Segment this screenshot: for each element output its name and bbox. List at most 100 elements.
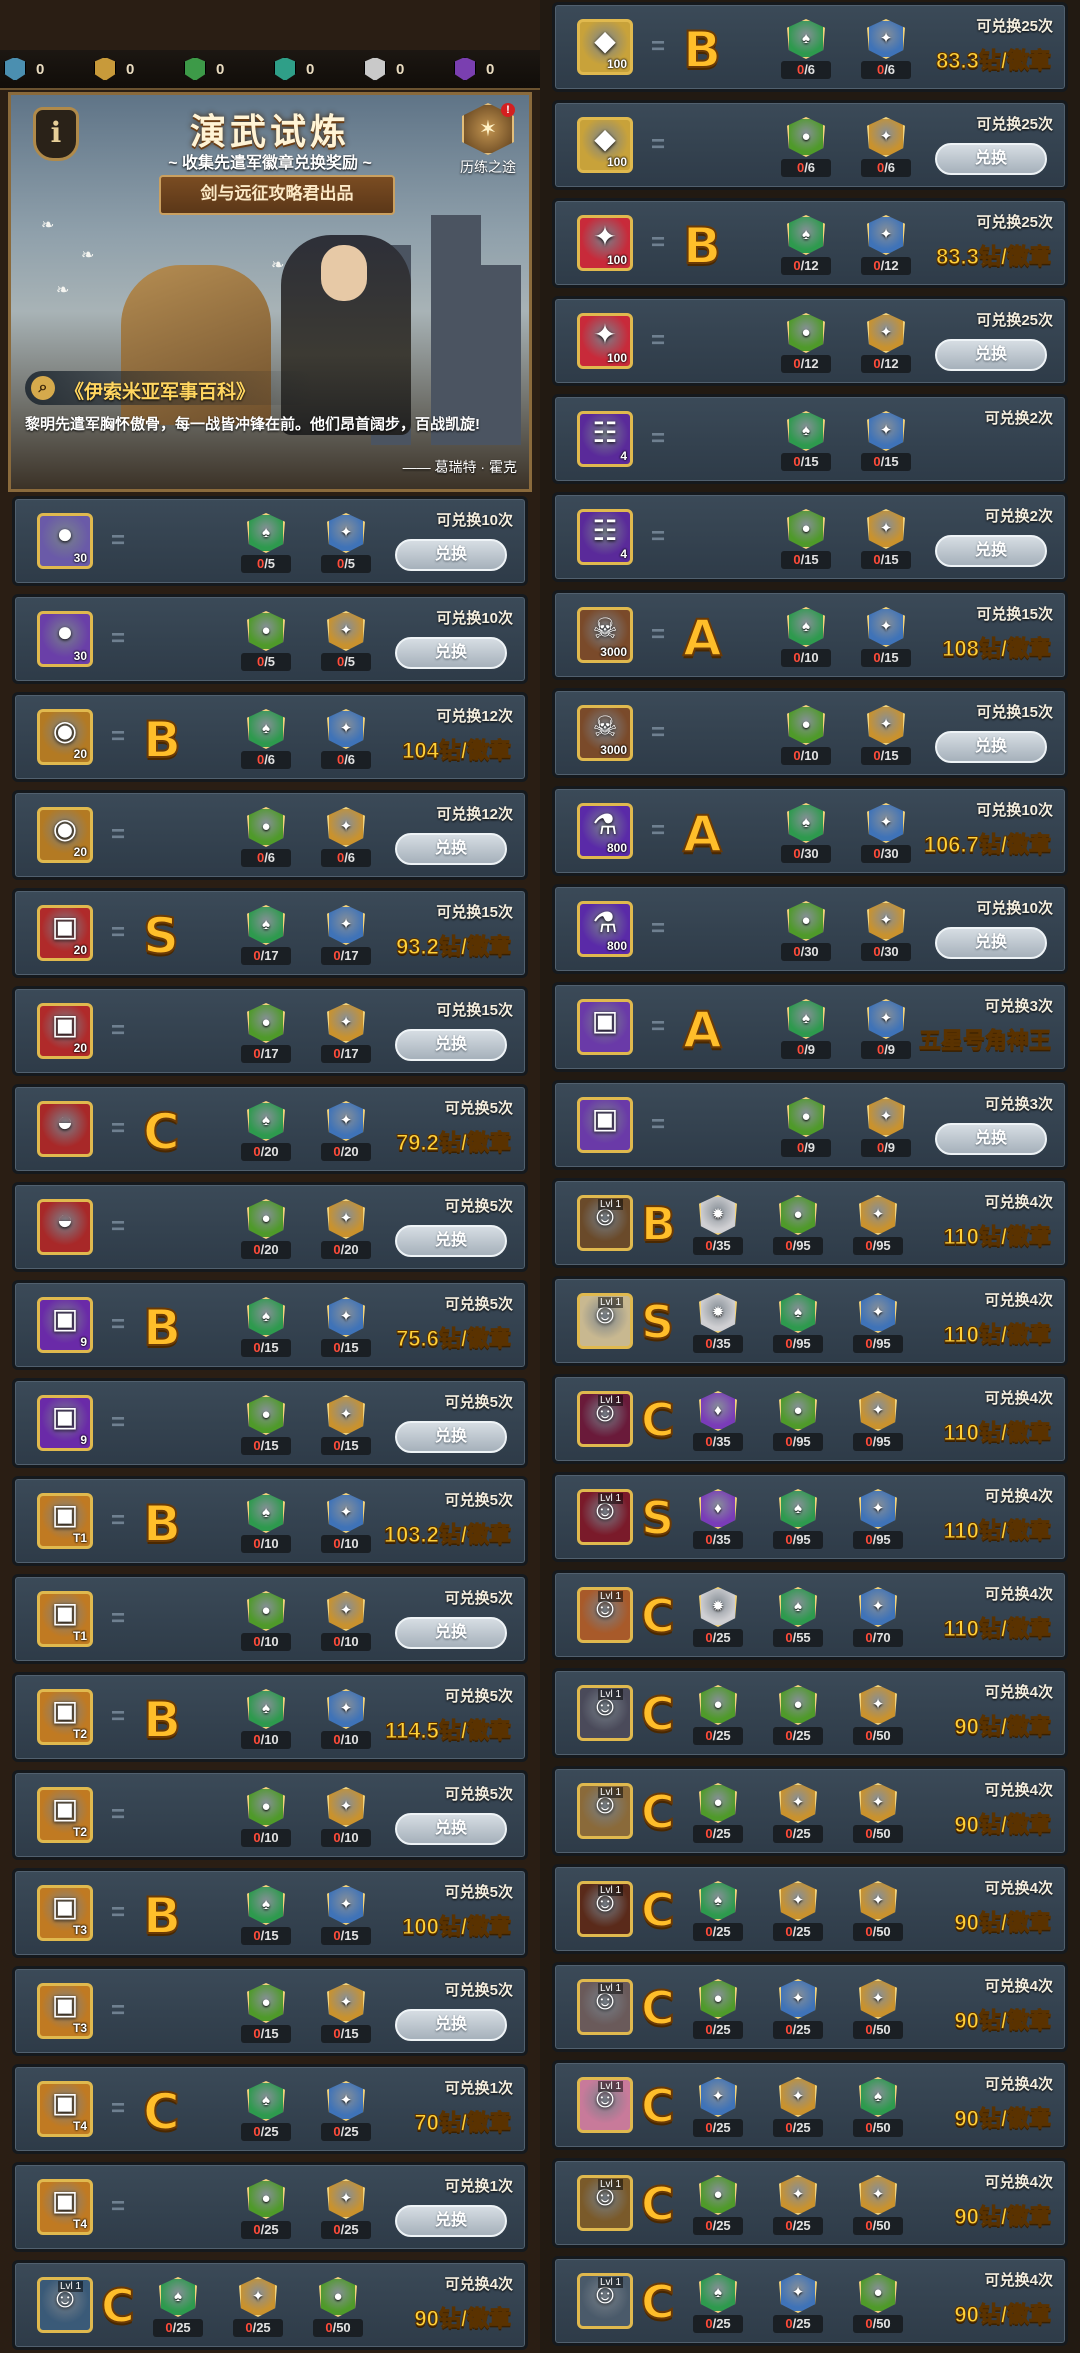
exchange-row: ☺Lvl 1=S♦0/35♠0/95✦0/95可兑换4次110钻/徽章	[552, 1472, 1068, 1562]
exchange-button[interactable]: 兑换	[395, 1225, 507, 1257]
trial-road-button[interactable]: ✶ ! 历练之途	[455, 103, 521, 177]
badge-requirement: 0/25	[321, 2123, 371, 2141]
badge-emblem: ✦	[779, 2077, 817, 2117]
badge-gold-icon: ✦ 0/10	[321, 1787, 371, 1847]
grade-letter: C	[640, 1588, 676, 1644]
equals-sign: =	[651, 1013, 666, 1040]
exchange-button[interactable]: 兑换	[935, 927, 1047, 959]
diamond-rate: 114.5钻/徽章	[385, 1718, 512, 1744]
exchange-button[interactable]: 兑换	[395, 637, 507, 669]
bronze-coin-icon: ☠ 3000	[577, 705, 633, 761]
badge-requirement: 0/25	[773, 1727, 823, 1745]
equals-sign: =	[111, 1213, 126, 1240]
exchange-limit: 可兑换4次	[444, 2276, 513, 2293]
badge-requirement: 0/25	[241, 2221, 291, 2239]
currency-count: 0	[486, 60, 495, 78]
equals-sign: =	[111, 1507, 126, 1534]
currency-item: 0	[90, 57, 180, 81]
badge-emblem: ●	[699, 1979, 737, 2019]
badge-requirement: 0/95	[853, 1433, 903, 1451]
badge-requirement: 0/10	[321, 1633, 371, 1651]
badge-green-icon: ♠ 0/25	[241, 2081, 291, 2141]
exchange-button[interactable]: 兑换	[395, 2009, 507, 2041]
item-glyph: ☷	[592, 417, 618, 448]
item-quantity: 100	[606, 351, 627, 365]
notification-badge: !	[501, 103, 515, 117]
exchange-button[interactable]: 兑换	[395, 539, 507, 571]
exchange-row: ▣ T4 = ● 0/25 ✦ 0/25 可兑换1次 兑换	[12, 2162, 528, 2252]
equals-sign: =	[111, 723, 126, 750]
badge-requirement: 0/25	[693, 2217, 743, 2235]
event-banner: ❧ ❧ ❧ ❧ ❧ i 演武试炼 ~ 收集先遣军徽章兑换奖励 ~ 剑与远征攻略君…	[8, 92, 532, 492]
exchange-button[interactable]: 兑换	[395, 1813, 507, 1845]
badge-gold-icon: ✦ 0/25	[321, 2179, 371, 2239]
exchange-button[interactable]: 兑换	[395, 1617, 507, 1649]
badge-gold-icon: ✦ 0/17	[321, 1003, 371, 1063]
red-crystal-icon: ✦ 100	[577, 215, 633, 271]
grade-letter: B	[142, 1298, 182, 1358]
badge-requirement: 0/20	[241, 1143, 291, 1161]
badge-emblem: ✦	[859, 1685, 897, 1725]
badge-emblem: ✦	[779, 2273, 817, 2313]
exchange-button[interactable]: 兑换	[935, 339, 1047, 371]
gold-coin-icon: ◉ 20	[37, 807, 93, 863]
exchange-button[interactable]: 兑换	[395, 2205, 507, 2237]
exchange-limit: 可兑换1次	[444, 2080, 513, 2097]
exchange-button[interactable]: 兑换	[935, 143, 1047, 175]
exchange-limit: 可兑换10次	[436, 610, 513, 627]
badge-gold-icon: ✦ 0/9	[861, 1097, 911, 1157]
badge-requirement: 0/5	[241, 653, 291, 671]
badge-emblem: ●	[787, 117, 825, 157]
badge-lime-icon: ● 0/10	[241, 1591, 291, 1651]
exchange-button[interactable]: 兑换	[935, 731, 1047, 763]
badge-requirement: 0/95	[773, 1531, 823, 1549]
level-tag: Lvl 1	[598, 1689, 624, 1700]
item-glyph: ▣	[591, 1103, 619, 1134]
badge-green-icon: ♠ 0/15	[781, 411, 831, 471]
exchange-limit: 可兑换4次	[984, 1488, 1053, 1505]
badge-gold-icon: ✦ 0/50	[853, 2175, 903, 2235]
item-quantity: 30	[73, 551, 87, 565]
badge-requirement: 0/50	[853, 1727, 903, 1745]
exchange-row: ⚗ 800 = A ♠ 0/30 ✦ 0/30 可兑换10次 106.7钻/徽章	[552, 786, 1068, 876]
badge-lime-icon: ● 0/5	[241, 611, 291, 671]
exchange-row: ▣ T1 = B ♠ 0/10 ✦ 0/10 可兑换5次 103.2钻/徽章	[12, 1476, 528, 1566]
badge-emblem: ✦	[779, 1881, 817, 1921]
gold-chest-icon: ▣ T1	[37, 1591, 93, 1647]
badge-requirement: 0/95	[853, 1335, 903, 1353]
badge-requirement: 0/17	[241, 1045, 291, 1063]
encyclopedia-link[interactable]: ⌕ 《伊索米亚军事百科》	[25, 371, 315, 405]
badge-emblem: ♠	[247, 1885, 285, 1925]
exchange-button[interactable]: 兑换	[935, 1123, 1047, 1155]
badge-green-icon: ♠ 0/50	[853, 2077, 903, 2137]
badge-emblem: ●	[247, 807, 285, 847]
exchange-row: ▣ 9 = B ♠ 0/15 ✦ 0/15 可兑换5次 75.6钻/徽章	[12, 1280, 528, 1370]
exchange-button[interactable]: 兑换	[395, 1421, 507, 1453]
badge-lime-icon: ● 0/50	[853, 2273, 903, 2333]
badge-emblem: ✦	[327, 1101, 365, 1141]
exchange-limit: 可兑换25次	[976, 18, 1053, 35]
exchange-row: ☺Lvl 1=C♦0/35●0/95✦0/95可兑换4次110钻/徽章	[552, 1374, 1068, 1464]
badge-requirement: 0/10	[321, 1829, 371, 1847]
exchange-limit: 可兑换4次	[984, 2174, 1053, 2191]
badge-emblem: ✦	[327, 1297, 365, 1337]
badge-lime-icon: ● 0/12	[781, 313, 831, 373]
item-quantity: T3	[72, 2021, 87, 2035]
exchange-button[interactable]: 兑换	[395, 833, 507, 865]
exchange-button[interactable]: 兑换	[395, 1029, 507, 1061]
exchange-row: ▣ T1 = ● 0/10 ✦ 0/10 可兑换5次 兑换	[12, 1574, 528, 1664]
badge-emblem: ●	[779, 1195, 817, 1235]
badge-emblem: ✦	[327, 807, 365, 847]
exchange-button[interactable]: 兑换	[935, 535, 1047, 567]
exchange-row: ● 30 = ● 0/5 ✦ 0/5 可兑换10次 兑换	[12, 594, 528, 684]
equals-sign: =	[111, 919, 126, 946]
equals-sign: =	[111, 2095, 126, 2122]
diamond-rate: 90钻/徽章	[954, 2204, 1052, 2230]
exchange-limit: 可兑换3次	[984, 998, 1053, 1015]
badge-emblem: ♠	[699, 1881, 737, 1921]
exchange-limit: 可兑换5次	[444, 1688, 513, 1705]
badge-emblem: ♠	[787, 215, 825, 255]
badge-requirement: 0/15	[321, 2025, 371, 2043]
item-quantity: T3	[72, 1923, 87, 1937]
badge-requirement: 0/10	[241, 1829, 291, 1847]
